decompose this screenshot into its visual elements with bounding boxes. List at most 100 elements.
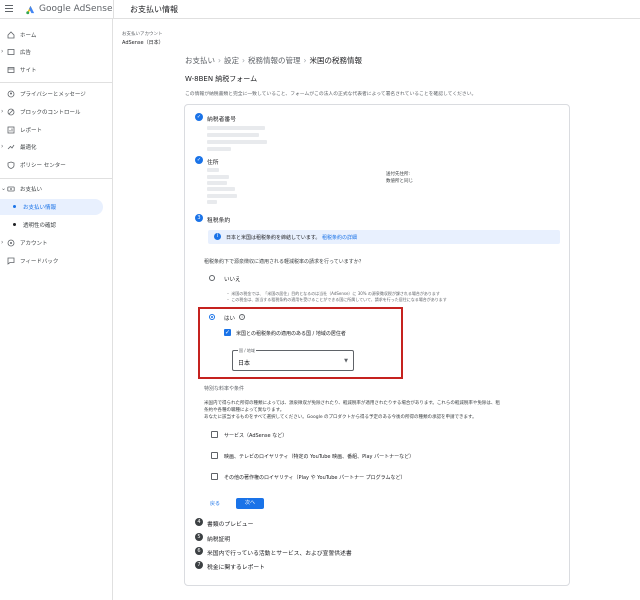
sidebar-item-privacy[interactable]: プライバシーとメッセージ (0, 86, 112, 102)
step-title[interactable]: 税金に関するレポート (207, 562, 265, 571)
sidebar-item-reports[interactable]: レポート (0, 122, 112, 138)
special-rates-title: 特別な料率や条件 (204, 386, 245, 392)
sidebar-item-label: プライバシーとメッセージ (20, 92, 86, 98)
next-button[interactable]: 次へ (236, 498, 264, 509)
redacted-text (207, 168, 219, 172)
redacted-text (207, 126, 265, 130)
optimize-icon (7, 144, 15, 150)
sidebar-item-payments[interactable]: ⌄ お支払い (0, 181, 112, 197)
breadcrumb-separator: › (242, 56, 245, 65)
redacted-text (207, 194, 237, 198)
sidebar-item-policy-center[interactable]: ポリシー センター (0, 157, 112, 173)
sidebar-item-label: ブロックのコントロール (20, 110, 81, 116)
step-title[interactable]: 米国内で行っている活動とサービス、および宣誓供述書 (207, 548, 352, 557)
account-icon (7, 239, 15, 247)
help-icon[interactable]: i (239, 314, 245, 320)
sidebar: ホーム › 広告 サイト プライバシーとメッセージ › ブロックのコントロール … (0, 19, 113, 600)
redacted-text (207, 175, 229, 179)
breadcrumb-item[interactable]: お支払い (185, 56, 215, 65)
sidebar-item-payment-info[interactable]: お支払い情報 (0, 199, 103, 215)
option-yes-label: はい (224, 316, 236, 322)
note-text: ・ この税金は、該当する租税条約の適用を受けることができる国に所属していて、請求… (226, 297, 447, 302)
page-heading: お支払い情報 (130, 5, 178, 14)
sidebar-item-feedback[interactable]: フィードバック (0, 253, 112, 269)
account-name: AdSense（日本） (122, 40, 164, 46)
resident-checkbox[interactable]: ✓ (224, 329, 231, 336)
step-number-icon: 4 (195, 518, 203, 526)
sidebar-item-label: ホーム (20, 33, 37, 39)
block-icon (7, 108, 15, 116)
sidebar-item-label: フィードバック (20, 259, 59, 265)
home-icon (7, 31, 15, 39)
step-number-icon: 6 (195, 547, 203, 555)
treaty-info-box: i 日本と米国は租税条約を締結しています。 租税条約の詳細 (208, 230, 560, 244)
redacted-text (207, 133, 259, 137)
option-no-label: いいえ (224, 277, 241, 283)
sidebar-item-label: お支払い情報 (23, 205, 57, 211)
report-icon (7, 126, 15, 134)
sidebar-item-sites[interactable]: サイト (0, 62, 112, 78)
divider (113, 0, 114, 19)
step-title[interactable]: 納税証明 (207, 534, 230, 543)
info-icon: i (214, 233, 221, 240)
sidebar-item-ads[interactable]: › 広告 (0, 44, 112, 60)
redacted-text (207, 200, 217, 204)
step-title[interactable]: 書類のプレビュー (207, 519, 253, 528)
caret-down-icon: ▼ (344, 358, 348, 364)
sidebar-item-label: お支払い (20, 187, 43, 193)
divider (0, 82, 112, 83)
sidebar-item-label: レポート (20, 128, 43, 134)
sidebar-item-label: 透明性の確認 (23, 223, 57, 229)
ads-icon (7, 49, 15, 55)
divider (0, 178, 112, 179)
account-label: お支払いアカウント (122, 32, 163, 37)
step-title[interactable]: 租税条約 (207, 215, 230, 224)
treaty-details-link[interactable]: 租税条約の詳細 (322, 235, 357, 241)
redacted-text (207, 140, 267, 144)
country-select[interactable]: 国 / 地域 日本 ▼ (232, 348, 354, 371)
check-circle-icon: ✓ (195, 156, 203, 164)
step-number-icon: 5 (195, 533, 203, 541)
breadcrumb-item[interactable]: 設定 (224, 56, 239, 65)
mailing-address-value: 数値所と同じ (386, 179, 413, 184)
sidebar-item-home[interactable]: ホーム (0, 27, 112, 43)
sidebar-item-block-controls[interactable]: › ブロックのコントロール (0, 104, 112, 120)
privacy-icon (7, 90, 15, 98)
top-bar: Google AdSense お支払い情報 (0, 0, 640, 19)
form-title: W-8BEN 納税フォーム (185, 75, 258, 83)
menu-icon[interactable] (5, 5, 13, 13)
check-circle-icon: ✓ (195, 113, 203, 121)
other-royalty-checkbox[interactable] (211, 473, 218, 480)
form-description: この情報が納税書類と完全に一致していること、フォームがこの法人の正式な代表者によ… (185, 92, 477, 97)
sidebar-item-account[interactable]: › アカウント (0, 235, 112, 251)
country-select-value: 日本 (238, 360, 251, 367)
services-checkbox-label: サービス（AdSense など） (224, 433, 288, 439)
step-title[interactable]: 住所 (207, 157, 219, 166)
back-button[interactable]: 戻る (210, 500, 220, 507)
feedback-icon (7, 257, 15, 265)
paragraph: 条約や各種の職種によって異なります。 (204, 408, 285, 413)
breadcrumb-item[interactable]: 税務情報の管理 (248, 56, 301, 65)
services-checkbox[interactable] (211, 431, 218, 438)
dot-icon (13, 223, 16, 226)
treaty-question: 租税条約下で源泉徴収に適用される軽減税率の請求を行っていますか？ (204, 259, 364, 265)
redacted-text (207, 147, 231, 151)
sidebar-item-label: 最適化 (20, 145, 37, 151)
radio-yes[interactable] (209, 314, 215, 320)
sidebar-item-transparency[interactable]: 透明性の確認 (0, 217, 112, 233)
paragraph: 米国内で得られた所得の種類によっては、源泉徴収が免除されたり、軽減税率が適用され… (204, 401, 500, 406)
paragraph: あなたに該当するものをすべて選択してください。Google のプロダクトから得る… (204, 415, 477, 420)
film-tv-checkbox[interactable] (211, 452, 218, 459)
sidebar-item-label: サイト (20, 68, 37, 74)
breadcrumb-separator: › (218, 56, 221, 65)
redacted-text (207, 187, 235, 191)
step-title[interactable]: 納税者番号 (207, 114, 236, 123)
sidebar-item-optimization[interactable]: › 最適化 (0, 139, 112, 155)
radio-no[interactable] (209, 275, 215, 281)
step-number-icon: 7 (195, 561, 203, 569)
brand-name: Google AdSense (39, 4, 113, 14)
sidebar-item-label: アカウント (20, 241, 48, 247)
breadcrumb-separator: › (303, 56, 307, 65)
mailing-address-label: 送付先住所: (386, 172, 411, 177)
country-select-label: 国 / 地域 (238, 348, 256, 354)
